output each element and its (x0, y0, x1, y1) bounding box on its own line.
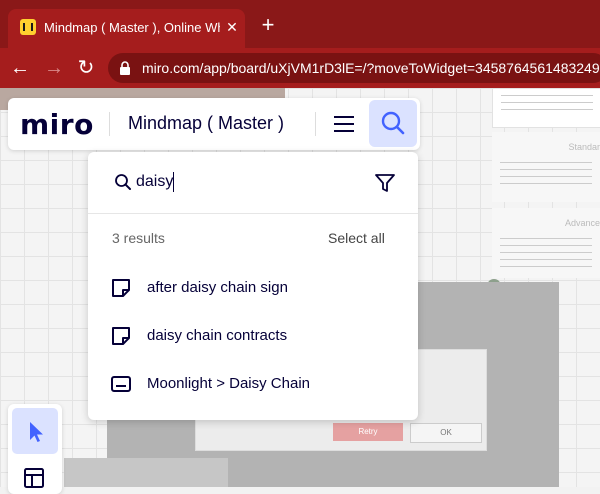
address-bar[interactable]: miro.com/app/board/uXjVM1rD3lE=/?moveToW… (108, 53, 600, 83)
search-dropdown: 3 results Select all after daisy chain s… (88, 152, 418, 420)
select-all-link[interactable]: Select all (328, 230, 385, 246)
miro-logo[interactable]: miro (20, 108, 94, 141)
result-label: daisy chain contracts (147, 327, 288, 344)
browser-tab[interactable]: Mindmap ( Master ), Online Whit ✕ (8, 9, 245, 48)
template-icon[interactable] (22, 466, 46, 490)
miro-favicon-icon (20, 19, 36, 35)
tab-close-icon[interactable]: ✕ (223, 18, 241, 36)
search-result-item[interactable]: after daisy chain sign (110, 274, 400, 302)
browser-nav-bar: ← → ↻ miro.com/app/board/uXjVM1rD3lE=/?m… (0, 48, 600, 88)
filter-icon[interactable] (374, 172, 396, 194)
canvas-card: Standar (492, 132, 600, 202)
divider (88, 213, 418, 214)
text-caret (173, 172, 174, 192)
left-toolbar (8, 404, 62, 494)
lock-icon (120, 61, 130, 75)
select-tool-button[interactable] (12, 408, 58, 454)
card-header: Advance (564, 218, 600, 228)
search-icon (115, 174, 131, 190)
sticky-note-icon (112, 279, 130, 297)
search-icon (381, 111, 405, 135)
retry-button: Retry (333, 423, 403, 441)
browser-tab-bar: Mindmap ( Master ), Online Whit ✕ + (0, 0, 600, 48)
url-text: miro.com/app/board/uXjVM1rD3lE=/?moveToW… (142, 60, 600, 76)
card-icon (111, 376, 131, 392)
board-header-panel: miro Mindmap ( Master ) (8, 98, 420, 150)
results-count: 3 results (112, 230, 165, 246)
back-button[interactable]: ← (8, 56, 32, 80)
forward-button[interactable]: → (42, 56, 66, 80)
cursor-icon (30, 422, 43, 442)
card-header: Standar (568, 142, 600, 152)
result-label: after daisy chain sign (147, 279, 288, 296)
search-button[interactable] (369, 100, 417, 147)
reload-button[interactable]: ↻ (74, 56, 98, 80)
hamburger-menu-icon[interactable] (330, 110, 358, 138)
new-tab-button[interactable]: + (258, 14, 278, 36)
board-title[interactable]: Mindmap ( Master ) (128, 113, 284, 134)
search-input[interactable] (136, 170, 356, 194)
canvas-card (492, 88, 600, 128)
result-label: Moonlight > Daisy Chain (147, 375, 311, 392)
divider (109, 112, 110, 136)
search-result-item[interactable]: daisy chain contracts (110, 322, 400, 350)
canvas-card: Advance (492, 208, 600, 278)
tab-title: Mindmap ( Master ), Online Whit (44, 20, 220, 35)
search-result-item[interactable]: Moonlight > Daisy Chain (110, 370, 400, 398)
canvas-frame (64, 458, 228, 487)
sticky-note-icon (112, 327, 130, 345)
ok-button: OK (410, 423, 482, 443)
divider (315, 112, 316, 136)
